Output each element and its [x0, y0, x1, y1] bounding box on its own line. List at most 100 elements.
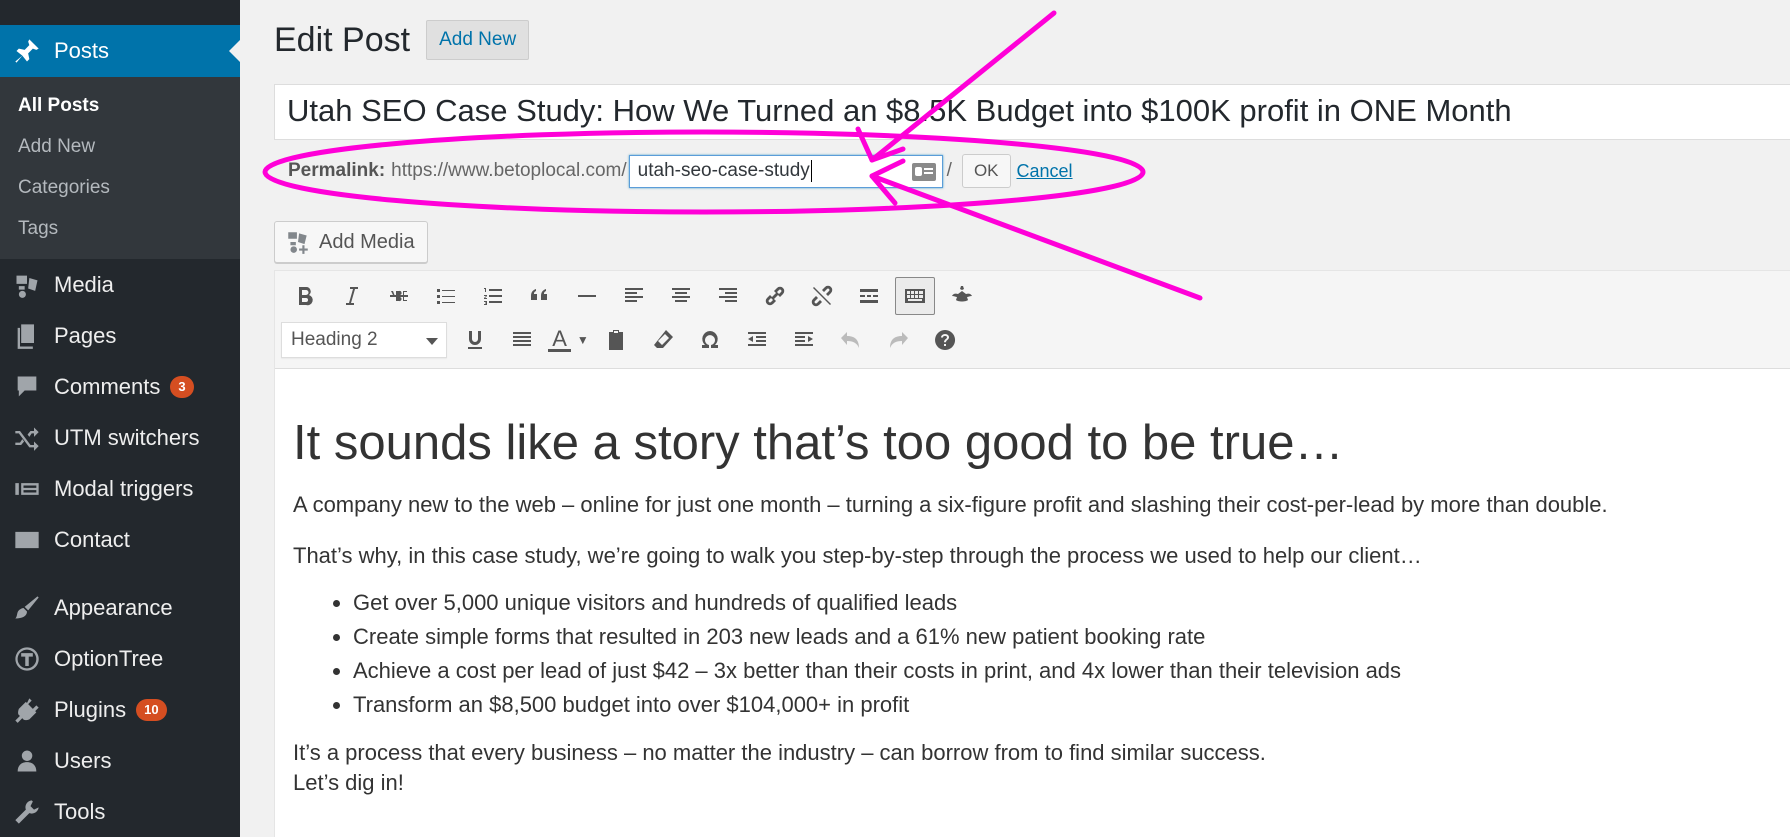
horizontal-line-icon[interactable] — [563, 277, 610, 315]
contact-card-icon[interactable] — [911, 162, 936, 181]
pushpin-icon — [0, 37, 54, 65]
content-bullet-list: Get over 5,000 unique visitors and hundr… — [353, 586, 1775, 722]
text-color-icon[interactable]: A ▼ — [545, 321, 592, 359]
editor-content[interactable]: It sounds like a story that’s too good t… — [275, 369, 1790, 798]
page-header: Edit Post Add New — [274, 20, 530, 60]
menu-tools-label: Tools — [54, 798, 106, 824]
add-new-button[interactable]: Add New — [426, 20, 530, 60]
menu-comments-label: Comments — [54, 373, 161, 399]
menu-plugins-label: Plugins — [54, 696, 127, 722]
envelope-icon — [0, 526, 54, 554]
list-item: Transform an $8,500 budget into over $10… — [353, 688, 1775, 722]
wrench-icon — [0, 798, 54, 826]
help-icon[interactable] — [921, 321, 968, 359]
menu-optiontree-label: OptionTree — [54, 645, 164, 671]
format-select[interactable]: Heading 2 — [281, 322, 447, 358]
editor-toolbar: Heading 2 A ▼ — [275, 271, 1790, 369]
undo-icon[interactable] — [827, 321, 874, 359]
permalink-slug-input[interactable]: utah-seo-case-study — [628, 154, 943, 188]
insert-link-icon[interactable] — [751, 277, 798, 315]
redo-icon[interactable] — [874, 321, 921, 359]
paste-text-icon[interactable] — [592, 321, 639, 359]
page-title: Edit Post — [274, 20, 411, 59]
submenu-all-posts[interactable]: All Posts — [0, 85, 240, 126]
add-media-label: Add Media — [319, 230, 415, 253]
user-icon — [0, 747, 54, 775]
content-paragraph-3: It’s a process that every business – no … — [293, 740, 1266, 765]
shuffle-icon — [0, 424, 54, 452]
add-media-icon — [288, 232, 308, 254]
pages-icon — [0, 322, 54, 350]
remove-link-icon[interactable] — [798, 277, 845, 315]
media-icon — [0, 271, 54, 299]
permalink-editor: Permalink: https://www.betoplocal.com/ u… — [288, 154, 1073, 188]
list-item: Achieve a cost per lead of just $42 – 3x… — [353, 654, 1775, 688]
text-caret — [810, 160, 812, 182]
plug-icon — [0, 696, 54, 724]
permalink-ok-button[interactable]: OK — [961, 154, 1011, 188]
blockquote-icon[interactable] — [516, 277, 563, 315]
menu-contact-label: Contact — [54, 526, 130, 552]
menu-media[interactable]: Media — [0, 259, 240, 310]
permalink-label: Permalink: — [288, 160, 386, 181]
permalink-trailing-slash: / — [946, 160, 952, 181]
toolbar-row-1 — [281, 277, 985, 315]
menu-modal-triggers[interactable]: Modal triggers — [0, 463, 240, 514]
align-left-icon[interactable] — [610, 277, 657, 315]
modal-icon — [0, 475, 54, 503]
post-title-input[interactable]: Utah SEO Case Study: How We Turned an $8… — [274, 84, 1790, 140]
menu-optiontree[interactable]: OptionTree — [0, 633, 240, 684]
content-heading: It sounds like a story that’s too good t… — [293, 416, 1344, 470]
menu-pages-label: Pages — [54, 322, 117, 348]
align-right-icon[interactable] — [704, 277, 751, 315]
menu-appearance[interactable]: Appearance — [0, 582, 240, 633]
italic-icon[interactable] — [328, 277, 375, 315]
permalink-cancel-link[interactable]: Cancel — [1017, 161, 1073, 182]
ninja-plugin-icon[interactable] — [938, 277, 985, 315]
strikethrough-icon[interactable] — [375, 277, 422, 315]
menu-comments[interactable]: Comments 3 — [0, 361, 240, 412]
submenu-categories[interactable]: Categories — [0, 167, 240, 208]
menu-tools[interactable]: Tools — [0, 786, 240, 837]
menu-users-label: Users — [54, 747, 112, 773]
menu-plugins[interactable]: Plugins 10 — [0, 684, 240, 735]
clear-formatting-icon[interactable] — [639, 321, 686, 359]
menu-pages[interactable]: Pages — [0, 310, 240, 361]
submenu-tags[interactable]: Tags — [0, 208, 240, 249]
align-center-icon[interactable] — [657, 277, 704, 315]
bullet-list-icon[interactable] — [422, 277, 469, 315]
menu-users[interactable]: Users — [0, 735, 240, 786]
comments-icon — [0, 373, 54, 401]
list-item: Get over 5,000 unique visitors and hundr… — [353, 586, 1775, 620]
menu-modal-triggers-label: Modal triggers — [54, 475, 194, 501]
list-item: Create simple forms that resulted in 203… — [353, 620, 1775, 654]
content-paragraph-4: Let’s dig in! — [293, 770, 404, 795]
numbered-list-icon[interactable] — [469, 277, 516, 315]
justify-icon[interactable] — [498, 321, 545, 359]
indent-icon[interactable] — [780, 321, 827, 359]
read-more-icon[interactable] — [845, 277, 892, 315]
menu-utm-switchers-label: UTM switchers — [54, 424, 200, 450]
comments-count-badge: 3 — [170, 375, 194, 398]
menu-contact[interactable]: Contact — [0, 514, 240, 565]
admin-sidebar: Posts All Posts Add New Categories Tags … — [0, 0, 240, 837]
tinymce-editor: Heading 2 A ▼ It sounds like a story that… — [274, 270, 1790, 837]
bold-icon[interactable] — [281, 277, 328, 315]
content-paragraph-2: That’s why, in this case study, we’re go… — [293, 543, 1422, 568]
posts-submenu: All Posts Add New Categories Tags — [0, 77, 240, 259]
content-paragraph-1: A company new to the web – online for ju… — [293, 492, 1608, 517]
submenu-add-new[interactable]: Add New — [0, 126, 240, 167]
outdent-icon[interactable] — [733, 321, 780, 359]
permalink-base-url: https://www.betoplocal.com/ — [391, 160, 627, 181]
underline-icon[interactable] — [451, 321, 498, 359]
menu-utm-switchers[interactable]: UTM switchers — [0, 412, 240, 463]
special-character-icon[interactable] — [686, 321, 733, 359]
menu-posts[interactable]: Posts — [0, 25, 240, 77]
add-media-button[interactable]: Add Media — [274, 221, 428, 263]
brush-icon — [0, 594, 54, 622]
toolbar-toggle-icon[interactable] — [895, 277, 935, 315]
plugins-count-badge: 10 — [136, 698, 167, 721]
permalink-slug-value: utah-seo-case-study — [637, 160, 810, 181]
menu-appearance-label: Appearance — [54, 594, 173, 620]
menu-posts-label: Posts — [54, 38, 110, 63]
